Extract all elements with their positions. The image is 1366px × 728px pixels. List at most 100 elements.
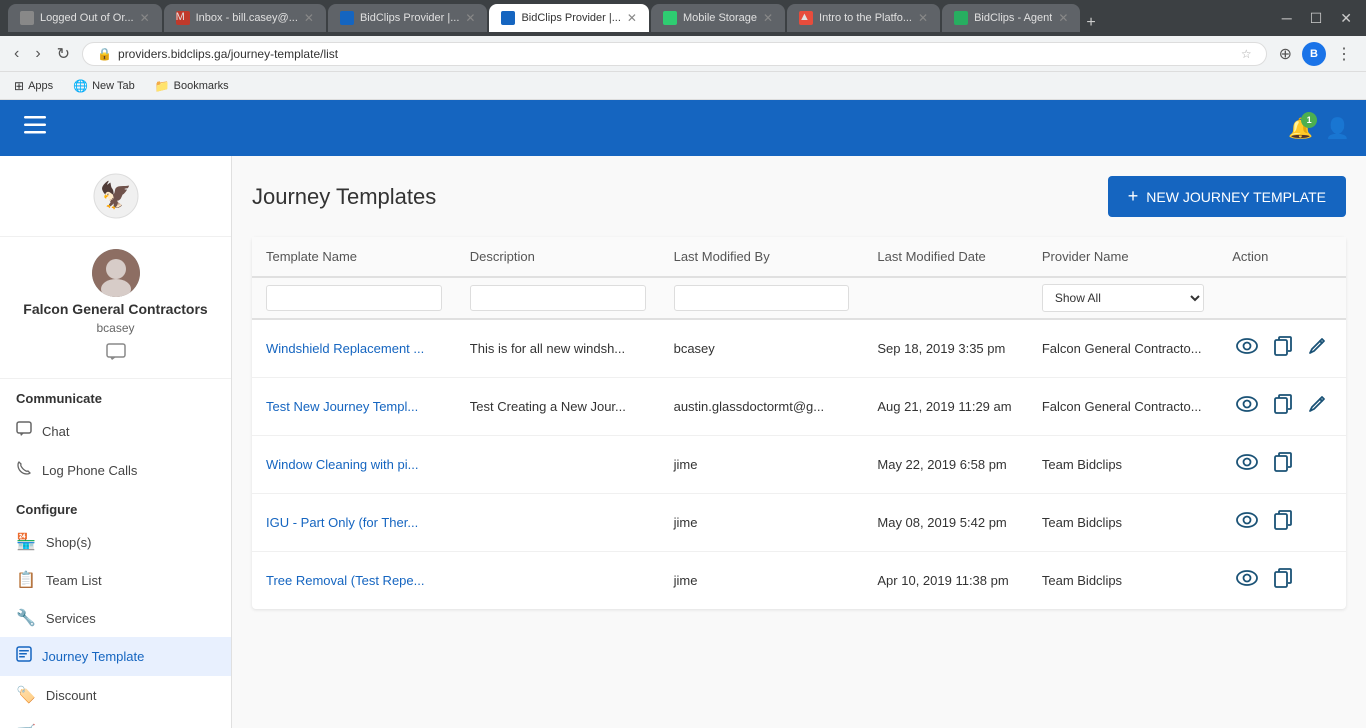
sidebar-item-chat[interactable]: Chat (0, 412, 231, 451)
tab-close-3[interactable]: ✕ (465, 11, 475, 25)
sidebar-item-team-list[interactable]: 📋 Team List (0, 561, 231, 599)
avatar-image (92, 249, 140, 297)
cell-description (456, 494, 660, 552)
tab-close-5[interactable]: ✕ (763, 11, 773, 25)
back-button[interactable]: ‹ (10, 41, 23, 67)
phone-icon (16, 460, 32, 481)
settings-button[interactable]: ⋮ (1332, 40, 1356, 68)
view-button[interactable] (1232, 392, 1262, 421)
newtab-icon: 🌐 (73, 79, 88, 93)
close-button[interactable]: ✕ (1334, 10, 1358, 27)
extensions-button[interactable]: ⊕ (1275, 40, 1296, 68)
cell-template-name: Window Cleaning with pi... (252, 436, 456, 494)
page-title: Journey Templates (252, 184, 436, 210)
tab-close-7[interactable]: ✕ (1058, 11, 1068, 25)
cell-template-name: Tree Removal (Test Repe... (252, 552, 456, 610)
cell-provider-name: Falcon General Contracto... (1028, 378, 1218, 436)
cell-template-name: IGU - Part Only (for Ther... (252, 494, 456, 552)
top-navbar: 🔔 1 👤 (0, 100, 1366, 156)
notifications-button[interactable]: 🔔 1 (1288, 116, 1313, 141)
view-button[interactable] (1232, 508, 1262, 537)
copy-button[interactable] (1270, 506, 1296, 539)
table-row: IGU - Part Only (for Ther...jimeMay 08, … (252, 494, 1346, 552)
journey-template-icon (16, 646, 32, 667)
message-icon-button[interactable] (106, 343, 126, 366)
refresh-button[interactable]: ↻ (53, 40, 74, 68)
new-journey-template-button[interactable]: + NEW JOURNEY TEMPLATE (1108, 176, 1346, 217)
sidebar-item-journey-template[interactable]: Journey Template (0, 637, 231, 676)
copy-button[interactable] (1270, 564, 1296, 597)
table-filter-row: Show All (252, 277, 1346, 319)
sidebar-item-log-phone[interactable]: Log Phone Calls (0, 451, 231, 490)
bookmark-bookmarks-label: Bookmarks (174, 80, 229, 92)
template-name-link[interactable]: Windshield Replacement ... (266, 341, 424, 356)
tab-label-7: BidClips - Agent (974, 12, 1052, 24)
browser-tab-2[interactable]: M Inbox - bill.casey@... ✕ (164, 4, 326, 32)
filter-last-modified-by-cell (660, 277, 864, 319)
filter-last-modified-date-cell (863, 277, 1027, 319)
forward-button[interactable]: › (31, 41, 44, 67)
chat-icon (16, 421, 32, 442)
addons-icon: 🛒 (16, 723, 36, 728)
cell-action (1218, 436, 1346, 494)
browser-tab-1[interactable]: Logged Out of Or... ✕ (8, 4, 162, 32)
copy-button[interactable] (1270, 448, 1296, 481)
template-name-link[interactable]: Test New Journey Templ... (266, 399, 418, 414)
main-area: 🦅 Falcon General Contractors bcasey (0, 156, 1366, 728)
browser-tab-5[interactable]: Mobile Storage ✕ (651, 4, 785, 32)
user-account-button[interactable]: 👤 (1325, 116, 1350, 141)
action-buttons (1232, 448, 1332, 481)
table-row: Window Cleaning with pi...jimeMay 22, 20… (252, 436, 1346, 494)
filter-provider-name-select[interactable]: Show All (1042, 284, 1204, 312)
sidebar-item-discount[interactable]: 🏷️ Discount (0, 676, 231, 714)
content-header: Journey Templates + NEW JOURNEY TEMPLATE (252, 176, 1346, 217)
edit-button[interactable] (1304, 391, 1330, 422)
sidebar-item-label-log-phone: Log Phone Calls (42, 463, 137, 478)
chat-bubble-icon (106, 343, 126, 361)
tab-label-4: BidClips Provider |... (521, 12, 620, 24)
browser-tab-3[interactable]: BidClips Provider |... ✕ (328, 4, 488, 32)
new-tab-button[interactable]: + (1086, 14, 1095, 32)
template-name-link[interactable]: Tree Removal (Test Repe... (266, 573, 424, 588)
lock-icon: 🔒 (97, 47, 112, 61)
bookmark-bookmarks[interactable]: 📁 Bookmarks (151, 77, 233, 95)
bookmark-newtab[interactable]: 🌐 New Tab (69, 77, 139, 95)
sidebar-item-services[interactable]: 🔧 Services (0, 599, 231, 637)
filter-last-modified-by-input[interactable] (674, 285, 850, 311)
copy-button[interactable] (1270, 390, 1296, 423)
browser-tab-7[interactable]: BidClips - Agent ✕ (942, 4, 1080, 32)
view-button[interactable] (1232, 334, 1262, 363)
bookmark-apps[interactable]: ⊞ Apps (10, 77, 57, 95)
profile-button[interactable]: B (1302, 42, 1326, 66)
browser-tab-6[interactable]: ▲ Intro to the Platfo... ✕ (787, 4, 940, 32)
cell-provider-name: Falcon General Contracto... (1028, 319, 1218, 378)
copy-button[interactable] (1270, 332, 1296, 365)
tab-close-4[interactable]: ✕ (627, 11, 637, 25)
browser-tab-4[interactable]: BidClips Provider |... ✕ (489, 4, 649, 32)
sidebar: 🦅 Falcon General Contractors bcasey (0, 156, 232, 728)
filter-template-name-input[interactable] (266, 285, 442, 311)
sidebar-item-addons[interactable]: 🛒 Addons (0, 714, 231, 728)
template-name-link[interactable]: Window Cleaning with pi... (266, 457, 418, 472)
tab-close-1[interactable]: ✕ (140, 11, 150, 25)
tab-close-2[interactable]: ✕ (304, 11, 314, 25)
filter-description-input[interactable] (470, 285, 646, 311)
template-name-link[interactable]: IGU - Part Only (for Ther... (266, 515, 418, 530)
hamburger-button[interactable] (16, 108, 54, 148)
tab-label-5: Mobile Storage (683, 12, 757, 24)
maximize-button[interactable]: ☐ (1304, 10, 1329, 27)
sidebar-item-label-journey-template: Journey Template (42, 649, 144, 664)
edit-button[interactable] (1304, 333, 1330, 364)
tab-label-6: Intro to the Platfo... (819, 12, 912, 24)
minimize-button[interactable]: ─ (1276, 10, 1298, 26)
star-icon[interactable]: ☆ (1241, 47, 1252, 61)
sidebar-item-shops[interactable]: 🏪 Shop(s) (0, 523, 231, 561)
sidebar-item-label-team-list: Team List (46, 573, 102, 588)
tab-favicon-3 (340, 11, 354, 25)
table-row: Test New Journey Templ...Test Creating a… (252, 378, 1346, 436)
cell-description: This is for all new windsh... (456, 319, 660, 378)
view-button[interactable] (1232, 566, 1262, 595)
view-button[interactable] (1232, 450, 1262, 479)
tab-close-6[interactable]: ✕ (918, 11, 928, 25)
address-bar[interactable]: 🔒 providers.bidclips.ga/journey-template… (82, 42, 1267, 66)
